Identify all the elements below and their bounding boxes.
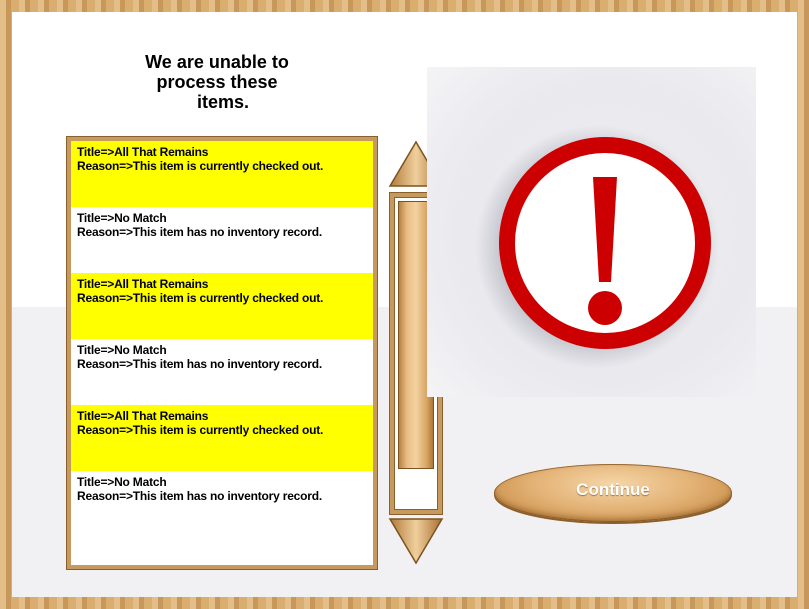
list-item[interactable]: Title=>No Match Reason=>This item has no… [71, 207, 373, 273]
item-title: Title=>No Match [77, 211, 167, 225]
item-title: Title=>All That Remains [77, 409, 209, 423]
title-line-3: items. [196, 92, 250, 112]
list-item[interactable]: Title=>All That Remains Reason=>This ite… [71, 273, 373, 339]
title-line-1: We are unable to [145, 52, 289, 72]
page-title: We are unable to process these items. [107, 52, 327, 112]
item-title: Title=>No Match [77, 343, 167, 357]
list-rows: Title=>All That Remains Reason=>This ite… [71, 141, 373, 537]
scroll-down-button[interactable] [388, 515, 444, 565]
list-item[interactable]: Title=>No Match Reason=>This item has no… [71, 339, 373, 405]
item-reason: Reason=>This item is currently checked o… [77, 423, 324, 437]
continue-button-label: Continue [576, 480, 650, 499]
item-reason: Reason=>This item has no inventory recor… [77, 225, 323, 239]
item-reason: Reason=>This item has no inventory recor… [77, 357, 323, 371]
item-reason: Reason=>This item is currently checked o… [77, 291, 324, 305]
list-item[interactable]: Title=>All That Remains Reason=>This ite… [71, 141, 373, 207]
item-title: Title=>All That Remains [77, 145, 209, 159]
exclamation-warning-icon [475, 125, 719, 369]
item-reason: Reason=>This item is currently checked o… [77, 159, 324, 173]
triangle-down-icon [388, 518, 444, 565]
continue-button[interactable]: Continue [494, 464, 732, 522]
main-panel: We are unable to process these items. Ti… [12, 12, 797, 597]
item-reason: Reason=>This item has no inventory recor… [77, 489, 323, 503]
alert-graphic [427, 67, 756, 397]
item-title: Title=>No Match [77, 475, 167, 489]
list-item[interactable]: Title=>All That Remains Reason=>This ite… [71, 405, 373, 471]
title-line-2: process these [156, 72, 278, 92]
list-item[interactable]: Title=>No Match Reason=>This item has no… [71, 471, 373, 537]
unprocessed-items-list[interactable]: Title=>All That Remains Reason=>This ite… [67, 137, 377, 569]
item-title: Title=>All That Remains [77, 277, 209, 291]
